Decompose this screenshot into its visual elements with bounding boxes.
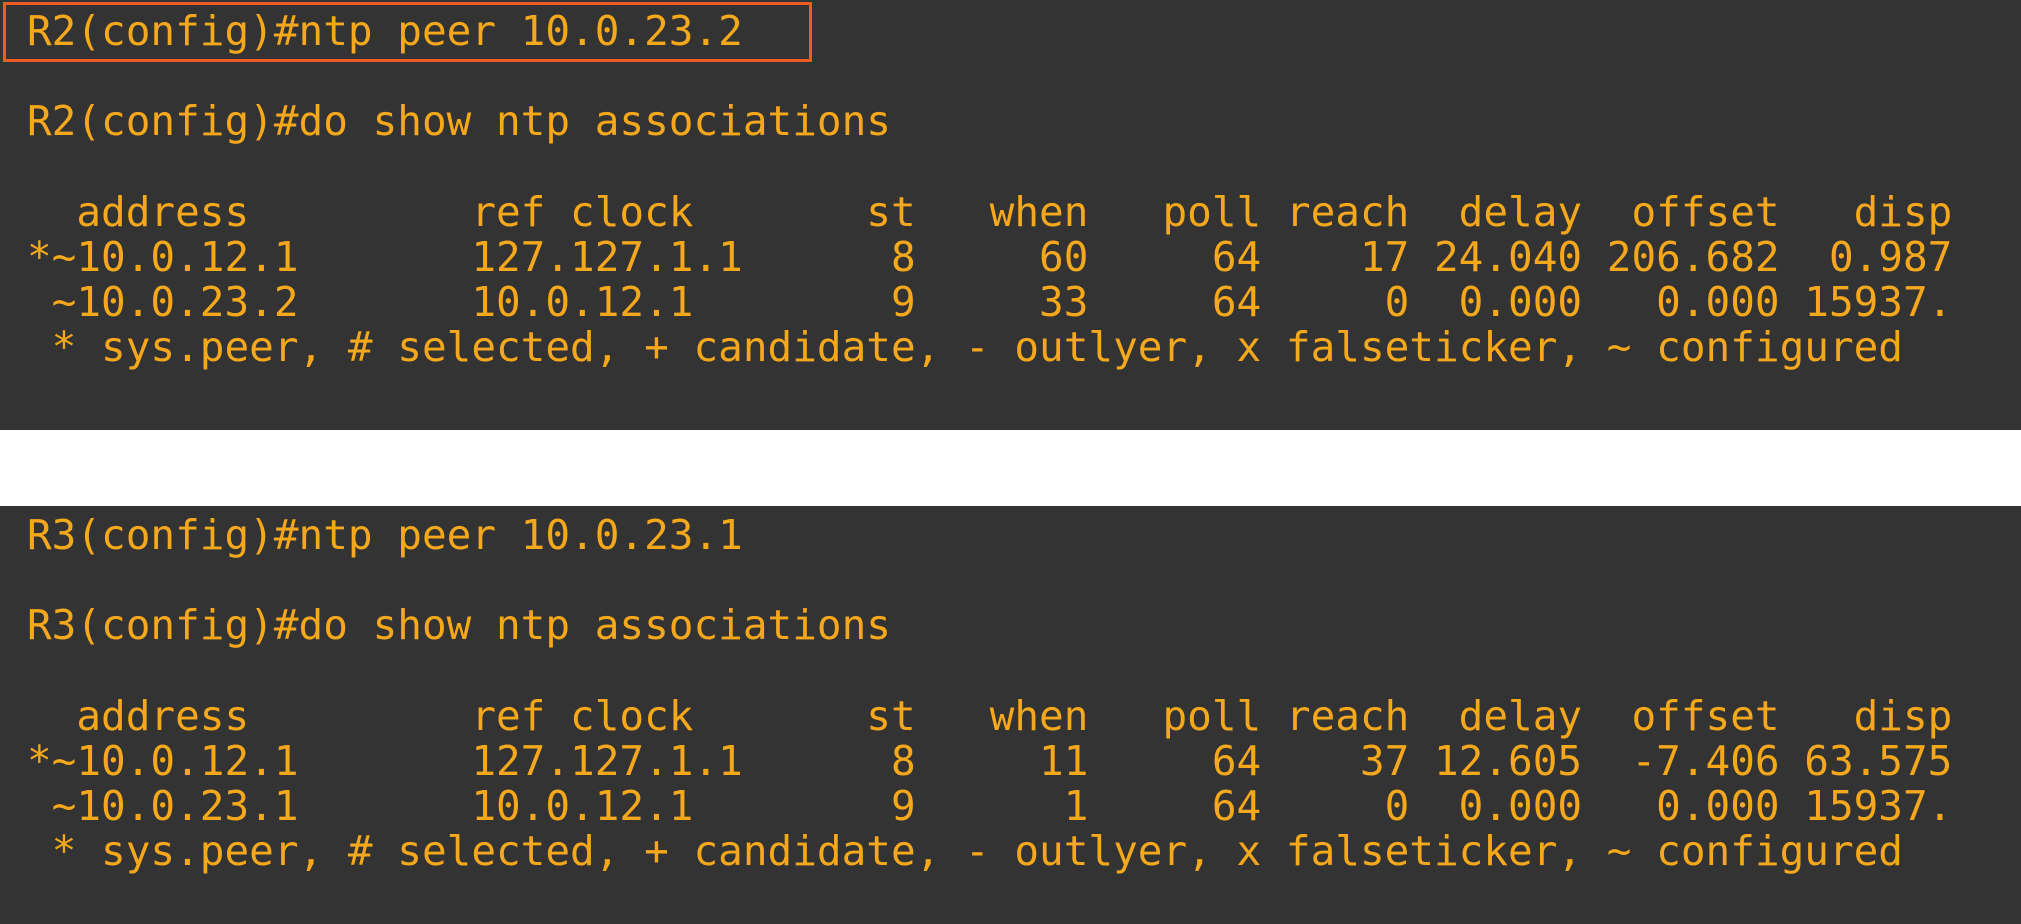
peer-command-line: R3(config)#ntp peer 10.0.23.1	[27, 511, 743, 559]
show-command-line: R2(config)#do show ntp associations	[27, 97, 891, 145]
terminal-panel-r3: R3(config)#ntp peer 10.0.23.1 R3(config)…	[0, 506, 2021, 924]
show-command-line: R3(config)#do show ntp associations	[27, 601, 891, 649]
association-row: ~10.0.23.1 10.0.12.1 9 1 64 0 0.000 0.00…	[27, 782, 1953, 830]
peer-command-line: R2(config)#ntp peer 10.0.23.2	[27, 7, 743, 55]
association-row: *~10.0.12.1 127.127.1.1 8 11 64 37 12.60…	[27, 737, 1953, 785]
associations-legend: * sys.peer, # selected, + candidate, - o…	[27, 827, 1903, 875]
association-row: *~10.0.12.1 127.127.1.1 8 60 64 17 24.04…	[27, 233, 1953, 281]
terminal-panel-r2: R2(config)#ntp peer 10.0.23.2 R2(config)…	[0, 0, 2021, 430]
associations-header: address ref clock st when poll reach del…	[27, 692, 1953, 740]
associations-legend: * sys.peer, # selected, + candidate, - o…	[27, 323, 1903, 371]
association-row: ~10.0.23.2 10.0.12.1 9 33 64 0 0.000 0.0…	[27, 278, 1953, 326]
associations-header: address ref clock st when poll reach del…	[27, 188, 1953, 236]
